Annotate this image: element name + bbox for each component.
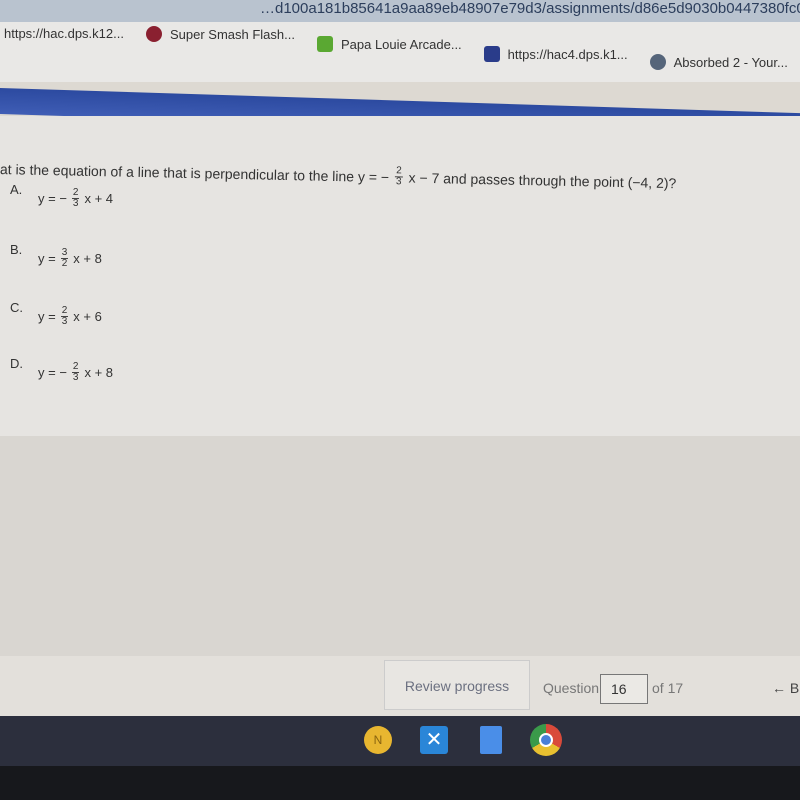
bookmark-label: Super Smash Flash... [169,26,295,42]
question-label: Question [543,680,600,696]
taskbar: N ✕ [0,716,800,766]
option-label: B. [10,242,23,257]
fraction: 32 [60,248,69,269]
question-number-input[interactable]: 16 [600,674,648,704]
eq-pre: y = [38,309,56,324]
footer-bar: Review progress Question 16 of 17 ← B [0,656,800,716]
denominator: 3 [72,372,79,383]
bookmark-label: https://hac4.dps.k1... [507,46,628,62]
eq-pre: y = [38,251,56,266]
denominator: 3 [72,198,79,209]
eq-post: x + 8 [84,365,114,380]
bookmark-hac[interactable]: https://hac.dps.k12... [4,26,124,41]
denominator: 3 [61,316,68,327]
bookmark-papa-louie[interactable]: Papa Louie Arcade... [316,36,462,52]
character-icon [649,54,666,70]
option-c[interactable]: C. y = 2 3 x + 6 [10,300,102,327]
url-text: …d100a181b85641a9aa89eb48907e79d3/assign… [260,0,800,17]
fraction: 23 [395,165,403,188]
question-suffix: x − 7 and passes through the point (−4, … [408,169,677,191]
page-background [0,436,800,656]
eq-pre: y = − [38,191,67,206]
question-total: of 17 [652,680,684,696]
option-b[interactable]: B. y = 3 2 x + 8 [10,242,102,269]
game-icon [145,26,162,42]
bookmark-label: Absorbed 2 - Your... [673,54,788,70]
denominator: 3 [395,176,402,188]
bookmark-label: Papa Louie Arcade... [340,36,462,52]
chrome-center [539,733,553,747]
chrome-icon[interactable] [530,724,562,756]
option-label: C. [10,300,23,315]
eq-pre: y = − [38,365,67,380]
n-app-icon[interactable]: N [364,726,392,754]
eq-post: x + 6 [73,309,102,324]
eq-post: x + 8 [73,251,102,266]
option-d[interactable]: D. y = − 2 3 x + 8 [10,356,113,383]
option-label: D. [10,356,23,371]
bookmark-hac4[interactable]: https://hac4.dps.k1... [483,46,628,62]
denominator: 2 [61,258,68,269]
fraction: 23 [60,306,69,327]
option-a[interactable]: A. y = − 2 3 x + 4 [10,182,113,209]
screen-bezel [0,766,800,800]
bookmark-label: https://hac.dps.k12... [4,26,124,41]
explain-everything-icon[interactable]: ✕ [420,726,448,754]
option-label: A. [10,182,23,197]
green-square-icon [316,36,333,52]
address-bar[interactable]: …d100a181b85641a9aa89eb48907e79d3/assign… [0,0,800,22]
bookmark-super-smash-flash[interactable]: Super Smash Flash... [145,26,295,42]
google-docs-icon[interactable] [480,726,502,754]
bookmark-absorbed[interactable]: Absorbed 2 - Your... [649,54,788,70]
fraction: 23 [71,362,80,383]
fraction: 23 [71,188,80,209]
hac-icon [483,46,500,62]
bookmarks-bar: https://hac.dps.k12... Super Smash Flash… [0,22,800,82]
back-button[interactable]: ← B [772,680,799,696]
review-progress-button[interactable]: Review progress [384,660,530,710]
eq-post: x + 4 [84,191,114,206]
